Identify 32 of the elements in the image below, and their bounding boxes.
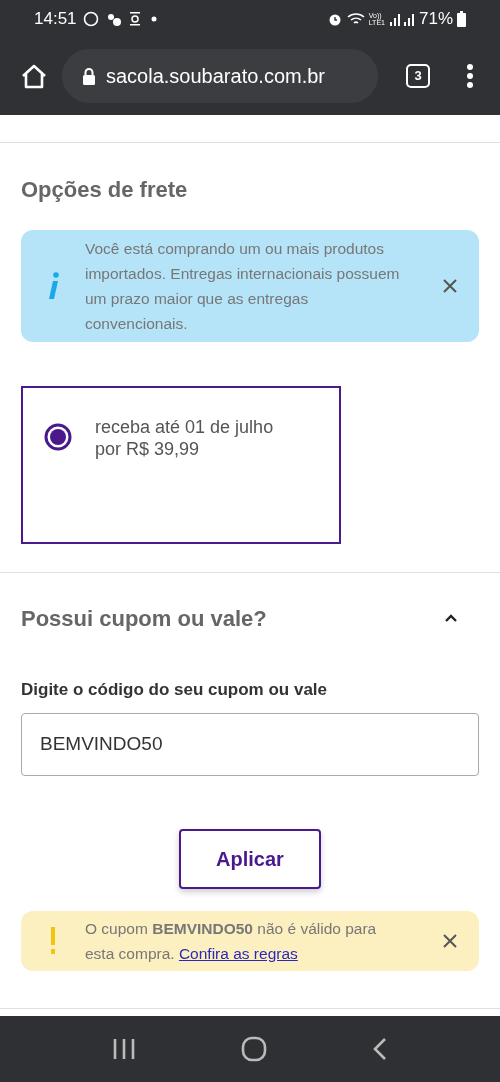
shipping-price: por R$ 39,99 (95, 438, 201, 460)
banner-message: Você está comprando um ou mais produtos importados. Entregas internacionais possuem um prazo maior que as entregas convencionais. (85, 239, 401, 334)
address-bar[interactable]: sacola.soubarato.com.br (62, 49, 378, 103)
url-text: sacola.soubarato.com.br (106, 64, 325, 89)
clock-time: 14:51 (34, 7, 77, 30)
shipping-option-card[interactable]: receba até 01 de julho por R$ 39,99 (21, 386, 341, 544)
exclamation-icon (50, 926, 56, 955)
home-nav-icon[interactable] (241, 1036, 267, 1062)
back-icon[interactable] (371, 1037, 388, 1061)
signal-icon (388, 11, 415, 26)
battery-percent: 71% (418, 7, 453, 30)
chevron-icon[interactable] (444, 613, 458, 623)
wifi-icon (346, 11, 365, 26)
banner-message: O cupom BEMVINDO50 não é válido para esta compra. Confira as regras (85, 918, 378, 964)
home-icon[interactable] (20, 63, 48, 89)
battery-icon (457, 10, 466, 27)
lock-icon (82, 67, 96, 85)
menu-icon[interactable] (466, 63, 474, 89)
delivery-date: receba até 01 de julho (95, 416, 274, 438)
section-title: Opções de frete (21, 176, 189, 204)
close-icon[interactable] (443, 933, 457, 948)
tab-count-button[interactable]: 3 (406, 64, 430, 88)
radio-button[interactable] (43, 422, 73, 452)
apply-button[interactable]: Aplicar (179, 828, 321, 889)
close-icon[interactable] (443, 279, 457, 293)
section-title: Possui cupom ou vale? (21, 604, 267, 633)
coupon-input-field[interactable]: BEMVINDO50 (21, 712, 479, 776)
rules-link[interactable]: Confira as regras (178, 944, 298, 962)
field-label: Digite o código do seu cupom ou vale (21, 679, 329, 701)
recent-apps-icon[interactable] (112, 1037, 137, 1061)
app-icon (128, 10, 141, 27)
info-icon (47, 272, 59, 300)
